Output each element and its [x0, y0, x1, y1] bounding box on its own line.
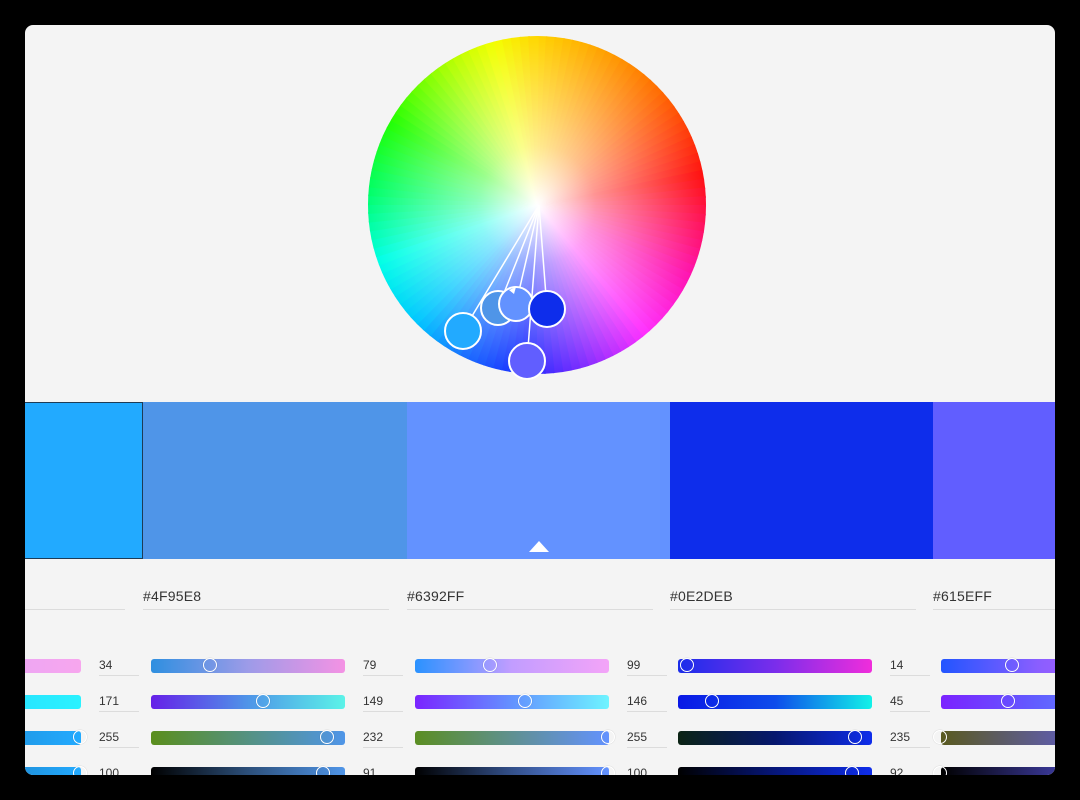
saturation-slider [941, 694, 1055, 709]
value-slider [933, 766, 1055, 775]
slider-value[interactable]: 34 [99, 658, 139, 676]
slider-value[interactable]: 92 [890, 766, 930, 775]
swatch-4[interactable] [670, 402, 933, 559]
slider-value[interactable]: 100 [627, 766, 667, 775]
swatch-strip [25, 402, 1055, 559]
slider-track[interactable] [941, 694, 1055, 709]
value-slider: 100 [415, 766, 667, 775]
slider-thumb[interactable] [203, 658, 218, 672]
slider-thumb[interactable] [933, 730, 947, 744]
swatch-2[interactable] [143, 402, 407, 559]
color-columns: 34 171 255 100 #4F95E8 79 149 232 91 #6392FF 99 146… [25, 559, 1055, 775]
hue-slider: 34 [25, 658, 139, 676]
brightness-slider: 235 [678, 730, 930, 748]
swatch-1[interactable] [25, 402, 143, 559]
slider-value[interactable]: 255 [99, 730, 139, 748]
slider-thumb[interactable] [844, 766, 859, 775]
brightness-slider: 232 [151, 730, 403, 748]
slider-value[interactable]: 255 [627, 730, 667, 748]
slider-thumb[interactable] [933, 766, 947, 775]
hue-slider [941, 658, 1055, 673]
hex-value[interactable] [25, 588, 125, 610]
value-slider: 91 [151, 766, 403, 775]
slider-value[interactable]: 146 [627, 694, 667, 712]
hue-slider: 79 [151, 658, 403, 676]
saturation-slider: 45 [678, 694, 930, 712]
color-wheel-panel: 34 171 255 100 #4F95E8 79 149 232 91 #6392FF 99 146… [25, 25, 1055, 775]
saturation-slider: 171 [25, 694, 139, 712]
slider-value[interactable]: 91 [363, 766, 403, 775]
slider-thumb[interactable] [482, 658, 497, 672]
slider-track[interactable] [25, 730, 87, 745]
color-column: #615EFF [933, 559, 1055, 775]
slider-value[interactable]: 235 [890, 730, 930, 748]
slider-thumb[interactable] [601, 730, 615, 744]
slider-track[interactable] [678, 730, 872, 745]
slider-thumb[interactable] [848, 730, 863, 744]
brightness-slider: 255 [415, 730, 667, 748]
slider-thumb[interactable] [315, 766, 330, 775]
slider-track[interactable] [941, 658, 1055, 673]
wheel-handle-5[interactable] [508, 342, 546, 380]
slider-value[interactable]: 99 [627, 658, 667, 676]
slider-thumb[interactable] [255, 694, 270, 708]
slider-thumb[interactable] [517, 694, 532, 708]
slider-track[interactable] [933, 766, 1055, 775]
value-slider: 92 [678, 766, 930, 775]
hue-slider: 14 [678, 658, 930, 676]
slider-thumb[interactable] [679, 658, 694, 672]
hue-slider: 99 [415, 658, 667, 676]
slider-track[interactable] [415, 658, 609, 673]
slider-track[interactable] [151, 766, 345, 775]
color-column: #6392FF 99 146 255 100 [407, 559, 667, 775]
color-column: 34 171 255 100 [25, 559, 139, 775]
hex-value[interactable]: #615EFF [933, 588, 1055, 610]
slider-track[interactable] [678, 766, 872, 775]
slider-track[interactable] [678, 658, 872, 673]
slider-value[interactable]: 79 [363, 658, 403, 676]
brightness-slider [933, 730, 1055, 745]
saturation-slider: 149 [151, 694, 403, 712]
slider-thumb[interactable] [1004, 658, 1019, 672]
slider-value[interactable]: 232 [363, 730, 403, 748]
slider-value[interactable]: 171 [99, 694, 139, 712]
wheel-handle-3[interactable] [498, 286, 534, 322]
slider-track[interactable] [415, 766, 615, 775]
color-column: #0E2DEB 14 45 235 92 [670, 559, 930, 775]
swatch-5[interactable] [933, 402, 1055, 559]
brightness-slider: 255 [25, 730, 139, 748]
slider-thumb[interactable] [601, 766, 615, 775]
slider-thumb[interactable] [319, 730, 334, 744]
slider-value[interactable]: 14 [890, 658, 930, 676]
slider-thumb[interactable] [73, 766, 87, 775]
hex-value[interactable]: #0E2DEB [670, 588, 916, 610]
slider-value[interactable]: 45 [890, 694, 930, 712]
slider-track[interactable] [415, 730, 615, 745]
slider-value[interactable]: 100 [99, 766, 139, 775]
hex-value[interactable]: #4F95E8 [143, 588, 389, 610]
slider-thumb[interactable] [73, 730, 87, 744]
slider-track[interactable] [678, 694, 872, 709]
color-wheel[interactable] [25, 25, 1055, 402]
slider-track[interactable] [151, 730, 345, 745]
slider-track[interactable] [151, 694, 345, 709]
slider-track[interactable] [933, 730, 1055, 745]
wheel-handle-4[interactable] [528, 290, 566, 328]
slider-track[interactable] [25, 766, 87, 775]
hex-value[interactable]: #6392FF [407, 588, 653, 610]
slider-value[interactable]: 149 [363, 694, 403, 712]
slider-track[interactable] [25, 659, 81, 673]
saturation-slider: 146 [415, 694, 667, 712]
active-swatch-marker [528, 541, 549, 552]
slider-track[interactable] [25, 695, 81, 709]
slider-track[interactable] [415, 694, 609, 709]
slider-thumb[interactable] [704, 694, 719, 708]
value-slider: 100 [25, 766, 139, 775]
slider-track[interactable] [151, 658, 345, 673]
slider-thumb[interactable] [1000, 694, 1015, 708]
swatch-3[interactable] [407, 402, 670, 559]
color-column: #4F95E8 79 149 232 91 [143, 559, 403, 775]
wheel-handle-1[interactable] [444, 312, 482, 350]
color-wheel-area [25, 25, 1055, 402]
